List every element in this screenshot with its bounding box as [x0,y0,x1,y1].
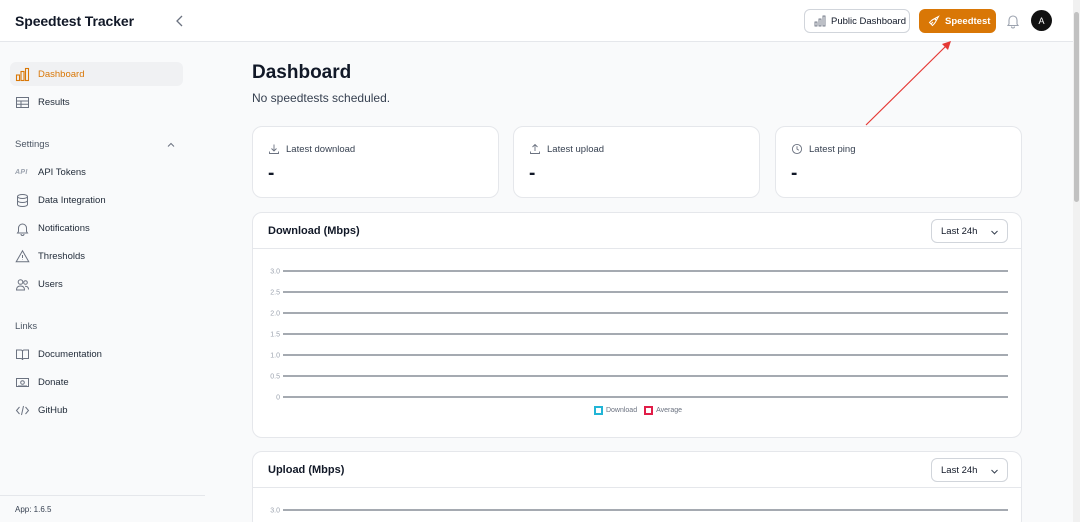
y-tick-label: 2.5 [270,290,280,297]
bell-icon [16,223,29,236]
speedtest-button[interactable]: Speedtest [919,9,996,33]
top-bar: Speedtest Tracker Public Dashboard Speed… [0,0,1080,42]
collapse-sidebar-icon[interactable] [171,12,189,30]
time-range-select[interactable]: Last 24h [931,458,1008,482]
stat-label: Latest upload [547,143,605,155]
y-tick-label: 1.0 [270,353,280,360]
page-scrollbar[interactable] [1073,0,1080,522]
public-dashboard-label: Public Dashboard [831,15,906,27]
download-icon [269,144,279,154]
sidebar-item-data-integration[interactable]: Data Integration [10,188,183,212]
chevron-down-icon [991,230,998,235]
time-range-select[interactable]: Last 24h [931,219,1008,243]
chart-bar-icon [15,67,30,81]
download-chart: 3.0 2.5 2.0 1.5 1.0 0.5 0 [270,269,1008,402]
api-icon: API [15,168,28,176]
links-group-label: Links [15,321,38,332]
sidebar-item-documentation[interactable]: Documentation [10,342,183,366]
app-title[interactable]: Speedtest Tracker [15,13,134,29]
notifications-bell-icon[interactable] [1005,13,1021,29]
legend-label: Average [656,407,683,414]
sidebar-item-label: GitHub [38,404,68,416]
sidebar: Dashboard Results Settings API API Token… [0,42,205,522]
y-tick-label: 3.0 [270,269,280,276]
stat-card-latest-upload: Latest upload - [513,126,760,198]
upload-icon [530,143,540,154]
chevron-up-icon[interactable] [165,139,177,151]
legend-swatch [644,406,654,415]
stat-value: - [791,163,798,184]
sidebar-item-api-tokens[interactable]: API API Tokens [10,160,183,184]
sidebar-item-users[interactable]: Users [10,272,183,296]
sidebar-item-label: Documentation [38,348,102,360]
sidebar-item-label: Thresholds [38,250,85,262]
time-range-value: Last 24h [941,225,978,237]
sidebar-item-label: Notifications [38,222,90,234]
legend-swatch [593,406,603,415]
sidebar-item-label: API Tokens [38,166,86,178]
page-subtitle: No speedtests scheduled. [252,91,391,105]
chevron-down-icon [991,469,998,474]
scrollbar-thumb[interactable] [1074,12,1079,202]
public-dashboard-button[interactable]: Public Dashboard [804,9,910,33]
rocket-icon [928,15,940,27]
banknote-icon [16,377,29,387]
stat-label: Latest download [286,143,356,155]
stat-label: Latest ping [809,143,856,155]
sidebar-item-label: Users [38,278,63,290]
stat-value: - [529,163,536,184]
legend-item-average[interactable]: Average [644,406,682,415]
sidebar-divider [0,495,205,496]
clock-icon [791,143,803,155]
table-icon [16,96,29,108]
legend-label: Download [605,407,638,414]
sidebar-item-results[interactable]: Results [10,90,183,114]
sidebar-item-donate[interactable]: Donate [10,370,183,394]
y-tick-label: 1.5 [270,332,280,339]
chart-title: Upload (Mbps) [268,464,345,476]
database-icon [17,193,28,207]
y-tick-label: 0 [276,395,280,402]
sidebar-item-thresholds[interactable]: Thresholds [10,244,183,268]
chart-bar-icon [814,15,826,27]
y-tick-label: 0.5 [270,374,280,381]
stat-value: - [268,163,275,184]
upload-chart: 3.0 [270,508,1008,515]
card-header: Download (Mbps) Last 24h [253,213,1021,249]
sidebar-item-label: Donate [38,376,69,388]
upload-chart-card: Upload (Mbps) Last 24h 3.0 [252,451,1022,522]
y-tick-label: 2.0 [270,311,280,318]
stat-card-latest-ping: Latest ping - [775,126,1022,198]
sidebar-item-notifications[interactable]: Notifications [10,216,183,240]
warning-icon [15,249,30,262]
speedtest-label: Speedtest [945,15,991,27]
y-tick-label: 3.0 [270,508,280,515]
page-title: Dashboard [252,62,352,83]
sidebar-item-label: Dashboard [38,68,85,80]
user-avatar[interactable]: A [1031,10,1052,31]
settings-group-label: Settings [15,139,50,150]
download-chart-card: Download (Mbps) Last 24h 3.0 2.5 2.0 1.5 1.0… [252,212,1022,438]
book-icon [16,349,29,360]
chart-legend: Download Average [253,406,1021,415]
stat-card-latest-download: Latest download - [252,126,499,198]
legend-item-download[interactable]: Download [593,406,638,415]
app-version: App: 1.6.5 [15,505,52,514]
users-icon [15,278,29,290]
time-range-value: Last 24h [941,464,978,476]
chart-title: Download (Mbps) [268,225,360,237]
sidebar-item-label: Data Integration [38,194,106,206]
sidebar-item-github[interactable]: GitHub [10,398,183,422]
sidebar-item-dashboard[interactable]: Dashboard [10,62,183,86]
sidebar-item-label: Results [38,96,70,108]
code-icon [15,405,30,415]
card-header: Upload (Mbps) Last 24h [253,452,1021,488]
